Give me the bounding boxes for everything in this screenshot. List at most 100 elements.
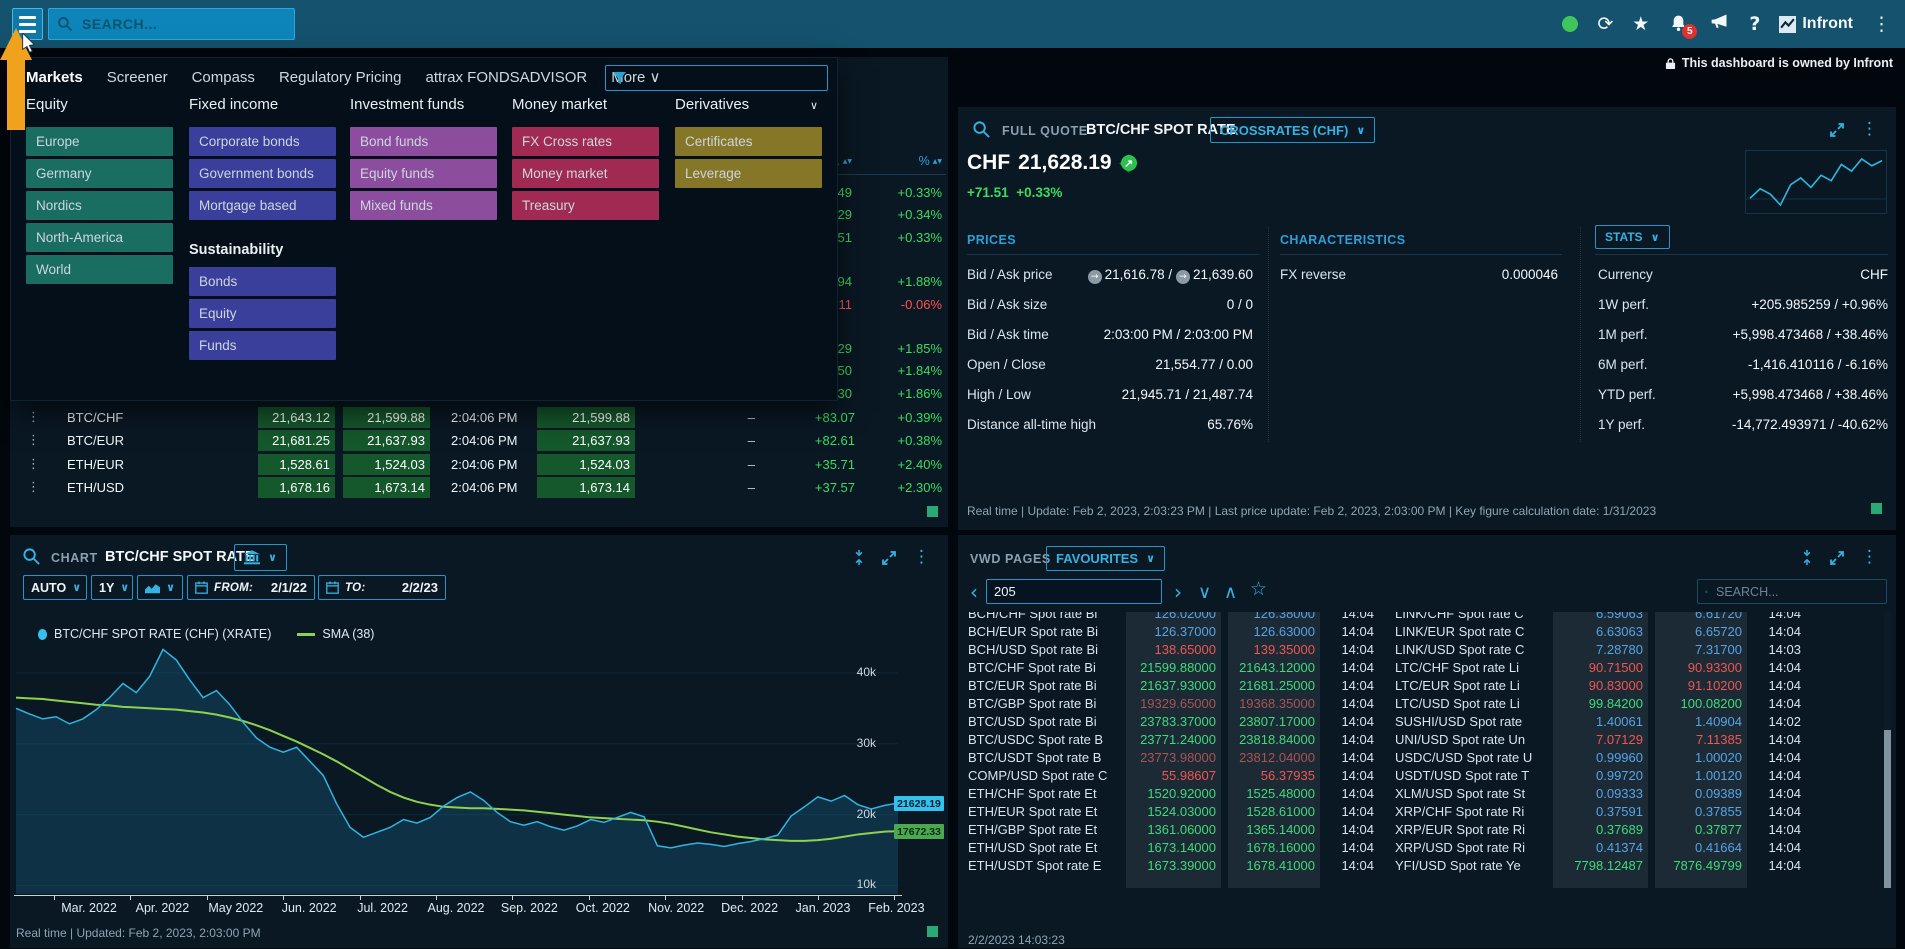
menu-item-money-market[interactable]: Money market: [512, 159, 659, 188]
menu-item-sustainability-funds[interactable]: Funds: [189, 331, 336, 360]
menu-tab-markets[interactable]: Markets: [26, 69, 83, 86]
collapse-icon[interactable]: [853, 549, 865, 566]
favourites-selector[interactable]: FAVOURITES∨: [1046, 546, 1165, 571]
menu-item-treasury[interactable]: Treasury: [512, 191, 659, 220]
page-down-icon[interactable]: ∨: [1198, 584, 1211, 602]
menu-filter[interactable]: [605, 65, 828, 91]
vwd-row[interactable]: ETH/USD Spot rate Et1673.140001678.16000…: [968, 838, 1378, 856]
chart-to-date[interactable]: TO:2/2/23: [318, 575, 446, 600]
menu-item-fx-cross-rates[interactable]: FX Cross rates: [512, 127, 659, 156]
row-menu-icon[interactable]: ⋮: [27, 480, 40, 495]
chart-type-select[interactable]: ∨: [137, 575, 183, 600]
menu-item-mortgage-based[interactable]: Mortgage based: [189, 191, 336, 220]
column-header-percent[interactable]: %▲▼: [858, 154, 942, 168]
menu-item-sustainability-bonds[interactable]: Bonds: [189, 267, 336, 296]
chart-from-date[interactable]: FROM:2/1/22: [187, 575, 315, 600]
vwd-row[interactable]: XRP/EUR Spot rate Ri0.376890.3787714:04: [1395, 820, 1805, 838]
page-back-icon[interactable]: ‹: [970, 582, 978, 602]
vwd-row[interactable]: BTC/EUR Spot rate Bi21637.9300021681.250…: [968, 676, 1378, 694]
vwd-row[interactable]: YFI/USD Spot rate Ye7798.124877876.49799…: [1395, 856, 1805, 874]
global-search[interactable]: [48, 8, 295, 40]
vwd-row[interactable]: ETH/GBP Spot rate Et1361.060001365.14000…: [968, 820, 1378, 838]
chart-mode-select[interactable]: AUTO∨: [23, 575, 87, 600]
vwd-row[interactable]: BCH/CHF Spot rate Bi126.02000126.3800014…: [968, 612, 1378, 622]
vwd-row[interactable]: ETH/CHF Spot rate Et1520.920001525.48000…: [968, 784, 1378, 802]
vwd-row[interactable]: BTC/USD Spot rate Bi23783.3700023807.170…: [968, 712, 1378, 730]
menu-tab-attrax-fondsadvisor[interactable]: attrax FONDSADVISOR: [426, 69, 588, 86]
vwd-row[interactable]: XRP/CHF Spot rate Ri0.375910.3785514:04: [1395, 802, 1805, 820]
chart-range-select[interactable]: 1Y∨: [91, 575, 133, 600]
page-number-input[interactable]: [986, 579, 1162, 604]
menu-item-leverage[interactable]: Leverage: [675, 159, 822, 188]
vwd-row[interactable]: LTC/USD Spot rate Li99.84200100.0820014:…: [1395, 694, 1805, 712]
vwd-row[interactable]: BCH/EUR Spot rate Bi126.37000126.6300014…: [968, 622, 1378, 640]
panel-menu-icon[interactable]: ⋮: [1861, 121, 1878, 138]
expand-icon[interactable]: [1829, 550, 1845, 566]
table-row[interactable]: ⋮BTC/EUR21,681.2521,637.9321,637.932:04:…: [10, 430, 948, 452]
vwd-row[interactable]: USDT/USD Spot rate T0.997201.0012014:04: [1395, 766, 1805, 784]
vwd-search-input[interactable]: [1714, 584, 1879, 600]
vwd-search[interactable]: [1697, 579, 1887, 604]
vwd-row[interactable]: SUSHI/USD Spot rate1.400611.4090414:02: [1395, 712, 1805, 730]
vwd-row[interactable]: LINK/CHF Spot rate C6.590636.6172014:04: [1395, 612, 1805, 622]
vwd-row[interactable]: COMP/USD Spot rate C55.9860756.3793514:0…: [968, 766, 1378, 784]
menu-tab-screener[interactable]: Screener: [107, 69, 168, 86]
vwd-row[interactable]: BTC/CHF Spot rate Bi21599.8800021643.120…: [968, 658, 1378, 676]
notifications-bell-icon[interactable]: 5: [1668, 13, 1690, 35]
vwd-row[interactable]: ETH/EUR Spot rate Et1524.030001528.61000…: [968, 802, 1378, 820]
menu-item-government-bonds[interactable]: Government bonds: [189, 159, 336, 188]
main-menu-button[interactable]: [12, 8, 43, 40]
menu-item-equity-funds[interactable]: Equity funds: [350, 159, 497, 188]
search-input[interactable]: [80, 15, 286, 33]
menu-item-mixed-funds[interactable]: Mixed funds: [350, 191, 497, 220]
menu-item-bond-funds[interactable]: Bond funds: [350, 127, 497, 156]
exchange-selector[interactable]: ∨: [234, 544, 287, 571]
menu-item-north-america[interactable]: North-America: [26, 223, 173, 252]
vwd-row[interactable]: LTC/EUR Spot rate Li90.8300091.1020014:0…: [1395, 676, 1805, 694]
page-forward-icon[interactable]: ›: [1174, 582, 1182, 602]
menu-item-corporate-bonds[interactable]: Corporate bonds: [189, 127, 336, 156]
vwd-row[interactable]: LTC/CHF Spot rate Li90.7150090.9330014:0…: [1395, 658, 1805, 676]
row-menu-icon[interactable]: ⋮: [27, 457, 40, 472]
vwd-row[interactable]: BCH/USD Spot rate Bi138.65000139.3500014…: [968, 640, 1378, 658]
price-chart[interactable]: [14, 648, 900, 895]
menu-item-nordics[interactable]: Nordics: [26, 191, 173, 220]
menu-tab-compass[interactable]: Compass: [192, 69, 255, 86]
vwd-row[interactable]: BTC/GBP Spot rate Bi19329.6500019368.350…: [968, 694, 1378, 712]
collapse-icon[interactable]: [1801, 549, 1813, 566]
menu-item-europe[interactable]: Europe: [26, 127, 173, 156]
menu-item-germany[interactable]: Germany: [26, 159, 173, 188]
overflow-menu-icon[interactable]: ⋮: [1872, 15, 1891, 34]
vwd-row[interactable]: BTC/USDC Spot rate B23771.2400023818.840…: [968, 730, 1378, 748]
announcements-megaphone-icon[interactable]: [1709, 11, 1730, 37]
scrollbar-thumb[interactable]: [1884, 730, 1891, 888]
menu-item-certificates[interactable]: Certificates: [675, 127, 822, 156]
panel-menu-icon[interactable]: ⋮: [1861, 549, 1878, 566]
expand-icon[interactable]: [881, 550, 897, 566]
menu-filter-input[interactable]: [632, 70, 820, 87]
menu-item-world[interactable]: World: [26, 255, 173, 284]
table-row[interactable]: ⋮ETH/USD1,678.161,673.141,673.142:04:06 …: [10, 477, 948, 499]
menu-item-sustainability-equity[interactable]: Equity: [189, 299, 336, 328]
vwd-row[interactable]: LINK/USD Spot rate C7.287807.3170014:03: [1395, 640, 1805, 658]
vwd-row[interactable]: XRP/USD Spot rate Ri0.413740.4166414:04: [1395, 838, 1805, 856]
row-menu-icon[interactable]: ⋮: [27, 410, 40, 425]
panel-menu-icon[interactable]: ⋮: [913, 549, 930, 566]
row-menu-icon[interactable]: ⋮: [27, 433, 40, 448]
scrollbar[interactable]: [1884, 612, 1891, 888]
help-icon[interactable]: ?: [1749, 15, 1760, 34]
table-row[interactable]: ⋮BTC/CHF21,643.1221,599.8821,599.882:04:…: [10, 407, 948, 429]
page-up-icon[interactable]: ∧: [1224, 584, 1237, 602]
refresh-icon[interactable]: ⟳: [1597, 15, 1613, 34]
vwd-row[interactable]: UNI/USD Spot rate Un7.071297.1138514:04: [1395, 730, 1805, 748]
stats-selector[interactable]: STATS∨: [1595, 225, 1670, 249]
vwd-row[interactable]: USDC/USD Spot rate U0.999601.0002014:04: [1395, 748, 1805, 766]
chevron-down-icon[interactable]: ∨: [810, 99, 818, 112]
favourites-star-icon[interactable]: ★: [1632, 15, 1649, 34]
vwd-row[interactable]: BTC/USDT Spot rate B23773.9800023812.040…: [968, 748, 1378, 766]
vwd-row[interactable]: XLM/USD Spot rate St0.093330.0938914:04: [1395, 784, 1805, 802]
menu-tab-regulatory-pricing[interactable]: Regulatory Pricing: [279, 69, 402, 86]
table-row[interactable]: ⋮ETH/EUR1,528.611,524.031,524.032:04:06 …: [10, 454, 948, 476]
vwd-row[interactable]: ETH/USDT Spot rate E1673.390001678.41000…: [968, 856, 1378, 874]
vwd-row[interactable]: LINK/EUR Spot rate C6.630636.6572014:04: [1395, 622, 1805, 640]
